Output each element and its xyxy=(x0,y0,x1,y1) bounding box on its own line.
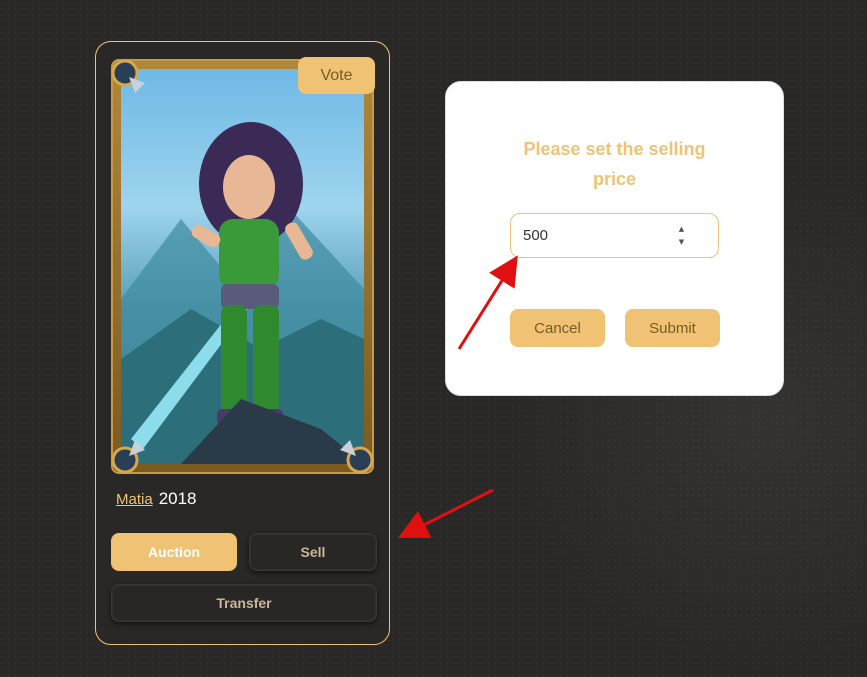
triangle-down-icon[interactable]: ▼ xyxy=(679,238,684,247)
page: Vote Matia 2018 Auction Sell Transfer Ple… xyxy=(0,0,867,677)
card-artwork xyxy=(121,69,364,464)
arrow-to-sell-button xyxy=(397,488,494,539)
card-year: 2018 xyxy=(158,489,197,508)
owner-link[interactable]: Matia xyxy=(116,491,153,508)
price-stepper[interactable]: ▲ ▼ xyxy=(675,225,688,247)
submit-button[interactable]: Submit xyxy=(625,309,720,347)
transfer-button[interactable]: Transfer xyxy=(111,584,377,622)
cancel-button[interactable]: Cancel xyxy=(510,309,605,347)
corner-ornament-icon xyxy=(340,440,374,474)
hero-illustration xyxy=(121,122,364,464)
triangle-up-icon[interactable]: ▲ xyxy=(679,225,684,234)
auction-button[interactable]: Auction xyxy=(111,533,237,571)
corner-ornament-icon xyxy=(111,59,145,93)
sell-button[interactable]: Sell xyxy=(249,533,377,571)
corner-ornament-icon xyxy=(111,440,145,474)
price-input[interactable] xyxy=(521,226,675,245)
card-title: Matia 2018 xyxy=(116,489,197,509)
dialog-title: Please set the selling price xyxy=(523,139,706,189)
price-field: ▲ ▼ xyxy=(510,213,719,258)
sell-price-dialog: Please set the selling price ▲ ▼ Cancel … xyxy=(445,81,784,396)
hero-card: Vote Matia 2018 Auction Sell Transfer xyxy=(95,41,390,645)
vote-button[interactable]: Vote xyxy=(298,57,375,94)
card-art-frame xyxy=(111,59,374,474)
